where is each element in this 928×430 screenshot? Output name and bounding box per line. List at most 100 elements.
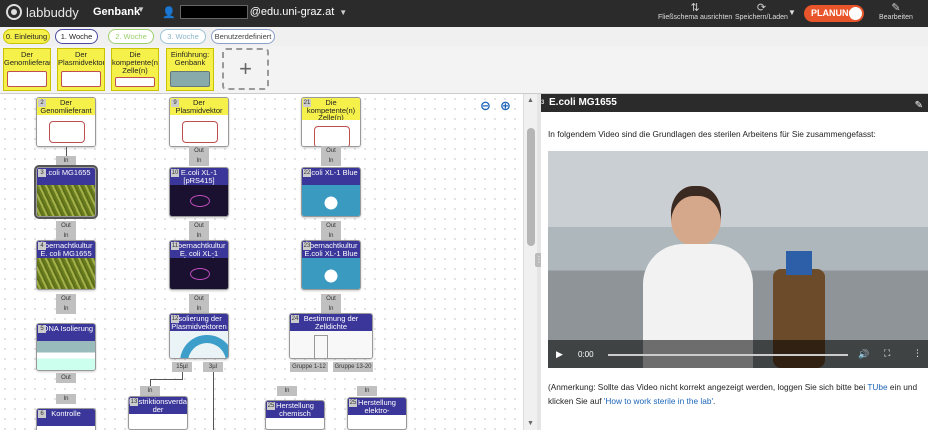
panel-title: E.coli MG1655 — [549, 97, 617, 108]
align-flowchart-button[interactable]: ⇅ Fließschema ausrichten — [658, 2, 732, 21]
flow-canvas[interactable]: ⊖ ⊕ 2 Der Genomlieferant In 3 E.coli MG1… — [0, 94, 523, 430]
port-out[interactable]: Out — [321, 146, 341, 156]
port-out[interactable]: Out — [189, 294, 209, 304]
node-uebernachtkultur-xl1-blue[interactable]: 23 Übernachtkultur E.coli XL-1 Blue — [301, 240, 361, 290]
sketch-image — [37, 115, 95, 146]
save-load-button[interactable]: ⟳ Speichern/Laden — [735, 2, 788, 21]
video-player[interactable]: ▶ 0:00 🔊 ⛶ ⋮ — [548, 151, 928, 368]
node-plasmidvektor[interactable]: 9 Der Plasmidvektor — [169, 97, 229, 147]
note-text: . — [713, 396, 716, 406]
tab-benutzerdefiniert[interactable]: Benutzerdefiniert — [211, 29, 275, 44]
thumb-kompetente-zellen[interactable]: Die kompetente(n) Zelle(n) — [111, 48, 159, 91]
node-ecoli-xl1-prs415[interactable]: 10 E.coli XL-1 [pRS415] — [169, 167, 229, 217]
zoom-out-icon[interactable]: ⊖ — [480, 98, 491, 114]
port-out-gruppe-13-20[interactable]: Gruppe 13-20 — [333, 362, 373, 372]
week-tabs: 0. Einleitung 1. Woche 2. Woche 3. Woche… — [0, 27, 928, 46]
tube-link[interactable]: TUbe — [867, 382, 887, 392]
node-number: 25 — [349, 399, 357, 407]
node-herstellung-chemisch[interactable]: 25 Herstellung chemisch — [265, 400, 325, 430]
node-herstellung-elektro[interactable]: 25 Herstellung elektro- — [347, 397, 407, 430]
port-in[interactable]: In — [56, 394, 76, 404]
node-ecoli-mg1655[interactable]: 3 E.coli MG1655 — [36, 167, 96, 217]
node-ecoli-xl1-blue[interactable]: 22 E.coli XL-1 Blue — [301, 167, 361, 217]
port-in[interactable]: In — [56, 156, 76, 166]
node-number: 11 — [171, 242, 179, 250]
video-frame-bottle-cap — [786, 251, 812, 275]
port-out-gruppe-1-12[interactable]: Gruppe 1-12 — [290, 362, 328, 372]
scrollbar-thumb[interactable] — [527, 128, 535, 246]
photo-icon — [170, 71, 210, 87]
labbuddy-logo-icon — [6, 4, 22, 20]
thumb-plasmidvektor[interactable]: Der Plasmidvektor — [57, 48, 105, 91]
user-icon: 👤 — [162, 6, 176, 19]
port-out-3ul[interactable]: 3µl — [203, 362, 223, 372]
fullscreen-icon[interactable]: ⛶ — [884, 348, 890, 359]
node-genomlieferant[interactable]: 2 Der Genomlieferant — [36, 97, 96, 147]
tab-woche-2[interactable]: 2. Woche — [108, 29, 154, 44]
node-number: 12 — [171, 315, 179, 323]
node-uebernachtkultur-xl1-prs415[interactable]: 11 Übernachtkultur E. coli XL-1 [pRS415] — [169, 240, 229, 290]
port-out-15ul[interactable]: 15µl — [172, 362, 192, 372]
node-number: 24 — [291, 315, 299, 323]
cuvette-image — [290, 331, 372, 358]
node-gdna-isolierung[interactable]: 5 gDNA Isolierung — [36, 323, 96, 371]
logo[interactable]: labbuddy — [6, 4, 79, 20]
port-out[interactable]: Out — [321, 221, 341, 231]
port-in[interactable]: In — [189, 156, 209, 166]
arrow-down-icon[interactable]: ▼ — [527, 420, 534, 427]
sketch-image — [170, 115, 228, 146]
tab-woche-1[interactable]: 1. Woche — [55, 29, 98, 44]
port-in[interactable]: In — [140, 386, 160, 396]
port-in[interactable]: In — [321, 156, 341, 166]
pipette-image — [170, 331, 228, 358]
port-out[interactable]: Out — [56, 373, 76, 383]
port-out[interactable]: Out — [56, 221, 76, 231]
node-number: 5 — [38, 325, 46, 333]
tab-woche-3[interactable]: 3. Woche — [160, 29, 206, 44]
port-in[interactable]: In — [357, 386, 377, 396]
node-zelldichte[interactable]: 24 Bestimmung der Zelldichte — [289, 313, 373, 359]
tab-einleitung[interactable]: 0. Einleitung — [3, 29, 50, 44]
toggle-knob — [849, 7, 862, 20]
more-options-icon[interactable]: ⋮ — [913, 348, 922, 359]
node-kontrolle[interactable]: 6 Kontrolle — [36, 408, 96, 430]
sterile-video-link[interactable]: 'How to work sterile in the lab' — [604, 396, 713, 406]
chevron-down-icon[interactable]: ▼ — [788, 8, 796, 17]
arrow-up-icon[interactable]: ▲ — [527, 97, 534, 104]
node-number: 13 — [130, 398, 138, 406]
port-out[interactable]: Out — [56, 294, 76, 304]
add-step-button[interactable]: + — [222, 48, 269, 90]
play-icon[interactable]: ▶ — [556, 349, 563, 360]
thumb-genomlieferant[interactable]: Der Genomlieferant — [3, 48, 51, 91]
volume-icon[interactable]: 🔊 — [858, 349, 869, 360]
port-out[interactable]: Out — [189, 146, 209, 156]
save-load-label: Speichern/Laden — [735, 14, 788, 21]
user-menu[interactable]: 👤 @edu.uni-graz.at ▼ — [162, 5, 347, 19]
connector-line — [150, 379, 183, 380]
detail-panel: 3 E.coli MG1655 ✎ In folgendem Video sin… — [541, 94, 928, 430]
planning-mode-toggle[interactable]: PLANUNG — [804, 5, 864, 22]
node-number: 2 — [38, 99, 46, 107]
bank-dropdown[interactable]: Genbank — [93, 6, 140, 18]
node-isolierung-plasmidvektoren[interactable]: 12 Isolierung der Plasmidvektoren — [169, 313, 229, 359]
node-uebernachtkultur-mg1655[interactable]: 4 Übernachtkultur E. coli MG1655 — [36, 240, 96, 290]
port-out[interactable]: Out — [189, 221, 209, 231]
edit-icon[interactable]: ✎ — [915, 97, 923, 115]
node-title: Bestimmung der Zelldichte — [290, 314, 372, 331]
port-in[interactable]: In — [277, 386, 297, 396]
zoom-in-icon[interactable]: ⊕ — [500, 98, 511, 114]
logo-text: labbuddy — [26, 4, 79, 20]
node-kompetente-zellen[interactable]: 21 Die kompetente(n) Zelle(n) — [301, 97, 361, 147]
node-restriktionsverdau[interactable]: 13 Restriktionsverdau der — [128, 396, 188, 430]
video-time: 0:00 — [578, 350, 594, 359]
sketch-icon — [7, 71, 47, 87]
panel-header: 3 E.coli MG1655 ✎ — [541, 94, 928, 112]
port-in[interactable]: In — [56, 304, 76, 314]
video-progress-bar[interactable] — [608, 354, 848, 356]
edit-button[interactable]: ✎ Bearbeiten — [879, 2, 913, 21]
bacteria-image — [37, 185, 95, 216]
port-out[interactable]: Out — [321, 294, 341, 304]
thumb-label: Einführung: Genbank — [170, 50, 210, 67]
thumb-label: Der Plasmidvektor — [58, 50, 105, 67]
thumb-einfuehrung-genbank[interactable]: Einführung: Genbank — [166, 48, 214, 91]
